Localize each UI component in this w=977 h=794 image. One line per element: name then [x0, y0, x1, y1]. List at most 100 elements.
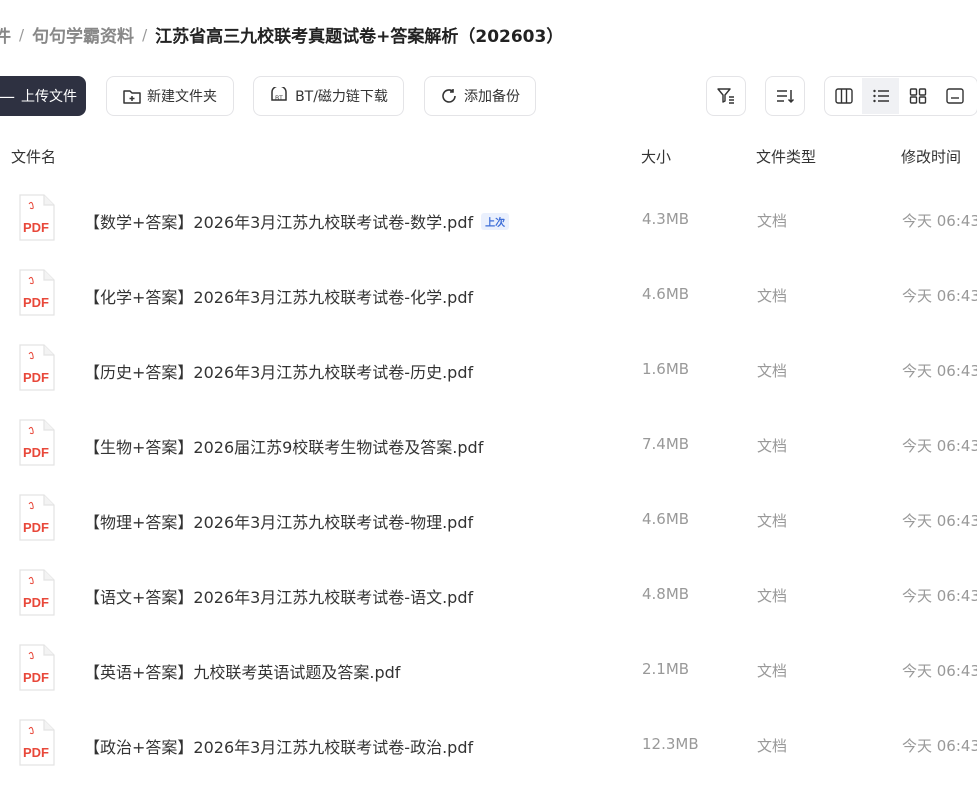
file-name-text: 【数学+答案】2026年3月江苏九校联考试卷-数学.pdf	[84, 213, 474, 232]
file-name-text: 【历史+答案】2026年3月江苏九校联考试卷-历史.pdf	[84, 363, 474, 382]
file-name[interactable]: 【历史+答案】2026年3月江苏九校联考试卷-历史.pdf	[84, 359, 473, 383]
add-backup-button[interactable]: 添加备份	[424, 76, 536, 116]
file-modified-time: 今天 06:43	[902, 737, 977, 755]
folder-plus-icon	[123, 90, 141, 104]
file-modified-time: 今天 06:43	[902, 437, 977, 455]
file-type: 文档	[757, 437, 788, 455]
table-row[interactable]: PDF 【化学+答案】2026年3月江苏九校联考试卷-化学.pdf 4.6MB …	[0, 269, 977, 344]
table-row[interactable]: PDF 【英语+答案】九校联考英语试题及答案.pdf 2.1MB 文档 今天 0…	[0, 644, 977, 719]
upload-label: 上传文件	[21, 89, 77, 105]
file-name[interactable]: 【生物+答案】2026届江苏9校联考生物试卷及答案.pdf	[84, 434, 483, 458]
file-name[interactable]: 【政治+答案】2026年3月江苏九校联考试卷-政治.pdf	[84, 734, 473, 758]
breadcrumb-item-folder[interactable]: 句句学霸资料	[32, 22, 134, 47]
view-columns-button[interactable]	[825, 78, 862, 114]
list-icon	[872, 89, 889, 103]
table-row[interactable]: PDF 【物理+答案】2026年3月江苏九校联考试卷-物理.pdf 4.6MB …	[0, 494, 977, 569]
file-modified-time: 今天 06:43	[902, 662, 977, 680]
file-name[interactable]: 【语文+答案】2026年3月江苏九校联考试卷-语文.pdf	[84, 584, 473, 608]
table-row[interactable]: PDF 【历史+答案】2026年3月江苏九校联考试卷-历史.pdf 1.6MB …	[0, 344, 977, 419]
file-size: 4.6MB	[642, 510, 690, 528]
sort-button[interactable]	[765, 76, 805, 116]
pdf-file-icon: PDF	[19, 269, 55, 316]
table-row[interactable]: PDF 【政治+答案】2026年3月江苏九校联考试卷-政治.pdf 12.3MB…	[0, 719, 977, 794]
svg-text:PDF: PDF	[23, 370, 49, 385]
upload-icon: —	[0, 86, 15, 106]
file-modified-time: 今天 06:43	[902, 212, 977, 230]
file-modified-time: 今天 06:43	[902, 362, 977, 380]
svg-text:PDF: PDF	[23, 745, 49, 760]
table-row[interactable]: PDF 【语文+答案】2026年3月江苏九校联考试卷-语文.pdf 4.8MB …	[0, 569, 977, 644]
svg-text:PDF: PDF	[23, 220, 49, 235]
file-type: 文档	[757, 662, 788, 680]
file-type: 文档	[757, 587, 788, 605]
file-name[interactable]: 【数学+答案】2026年3月江苏九校联考试卷-数学.pdf 上次	[84, 209, 510, 233]
new-folder-button[interactable]: 新建文件夹	[106, 76, 234, 116]
file-type: 文档	[757, 287, 788, 305]
file-modified-time: 今天 06:43	[902, 587, 977, 605]
add-backup-label: 添加备份	[464, 89, 520, 105]
file-name-text: 【化学+答案】2026年3月江苏九校联考试卷-化学.pdf	[84, 288, 474, 307]
file-name-text: 【物理+答案】2026年3月江苏九校联考试卷-物理.pdf	[84, 513, 474, 532]
column-header-modified[interactable]: 修改时间	[901, 146, 961, 167]
new-folder-label: 新建文件夹	[147, 89, 217, 105]
bt-download-label: BT/磁力链下载	[295, 89, 388, 105]
file-size: 12.3MB	[642, 735, 699, 753]
filter-icon	[717, 88, 734, 104]
toolbar: — 上传文件 新建文件夹 BT BT/磁力链下载 添加备份	[0, 76, 977, 116]
file-name[interactable]: 【化学+答案】2026年3月江苏九校联考试卷-化学.pdf	[84, 284, 473, 308]
file-size: 4.8MB	[642, 585, 690, 603]
file-size: 2.1MB	[642, 660, 690, 678]
refresh-icon	[442, 89, 456, 103]
svg-text:PDF: PDF	[23, 295, 49, 310]
svg-text:PDF: PDF	[23, 670, 49, 685]
svg-text:BT: BT	[275, 96, 283, 102]
table-row[interactable]: PDF 【生物+答案】2026届江苏9校联考生物试卷及答案.pdf 7.4MB …	[0, 419, 977, 494]
breadcrumb: 件 / 句句学霸资料 / 江苏省高三九校联考真题试卷+答案解析（202603）	[0, 22, 564, 48]
breadcrumb-item-current: 江苏省高三九校联考真题试卷+答案解析（202603）	[155, 27, 564, 47]
file-name-text: 【生物+答案】2026届江苏9校联考生物试卷及答案.pdf	[84, 438, 484, 457]
svg-text:PDF: PDF	[23, 520, 49, 535]
columns-icon	[834, 88, 853, 104]
file-type: 文档	[757, 512, 788, 530]
filter-button[interactable]	[706, 76, 746, 116]
file-type: 文档	[757, 212, 788, 230]
sort-icon	[777, 90, 795, 104]
file-modified-time: 今天 06:43	[902, 287, 977, 305]
file-modified-time: 今天 06:43	[902, 512, 977, 530]
file-size: 7.4MB	[642, 435, 690, 453]
column-header-size[interactable]: 大小	[641, 146, 671, 167]
breadcrumb-separator: /	[142, 25, 148, 44]
pdf-file-icon: PDF	[19, 569, 55, 616]
column-header-name[interactable]: 文件名	[11, 146, 56, 167]
pdf-file-icon: PDF	[19, 194, 55, 241]
pdf-file-icon: PDF	[19, 344, 55, 391]
file-name[interactable]: 【物理+答案】2026年3月江苏九校联考试卷-物理.pdf	[84, 509, 473, 533]
file-size: 4.3MB	[642, 210, 690, 228]
pdf-file-icon: PDF	[19, 719, 55, 766]
file-name-text: 【英语+答案】九校联考英语试题及答案.pdf	[84, 663, 401, 682]
file-type: 文档	[757, 737, 788, 755]
pdf-file-icon: PDF	[19, 494, 55, 541]
view-list-button[interactable]	[862, 78, 899, 114]
file-size: 4.6MB	[642, 285, 690, 303]
column-header-type[interactable]: 文件类型	[756, 146, 816, 167]
pdf-file-icon: PDF	[19, 419, 55, 466]
bt-download-button[interactable]: BT BT/磁力链下载	[253, 76, 404, 116]
view-grid-button[interactable]	[899, 78, 936, 114]
magnet-icon: BT	[271, 87, 287, 102]
view-preview-button[interactable]	[936, 78, 973, 114]
file-name-text: 【语文+答案】2026年3月江苏九校联考试卷-语文.pdf	[84, 588, 474, 607]
svg-text:PDF: PDF	[23, 595, 49, 610]
recent-tag-badge: 上次	[481, 212, 510, 230]
file-name[interactable]: 【英语+答案】九校联考英语试题及答案.pdf	[84, 659, 400, 683]
grid-icon	[909, 88, 926, 104]
file-size: 1.6MB	[642, 360, 690, 378]
table-header: 文件名 大小 文件类型 修改时间	[0, 146, 977, 168]
table-row[interactable]: PDF 【数学+答案】2026年3月江苏九校联考试卷-数学.pdf 上次 4.3…	[0, 194, 977, 269]
view-mode-group	[824, 76, 977, 116]
upload-button[interactable]: — 上传文件	[0, 76, 86, 116]
file-type: 文档	[757, 362, 788, 380]
pdf-file-icon: PDF	[19, 644, 55, 691]
breadcrumb-item-files[interactable]: 件	[0, 22, 11, 47]
breadcrumb-separator: /	[19, 25, 25, 44]
